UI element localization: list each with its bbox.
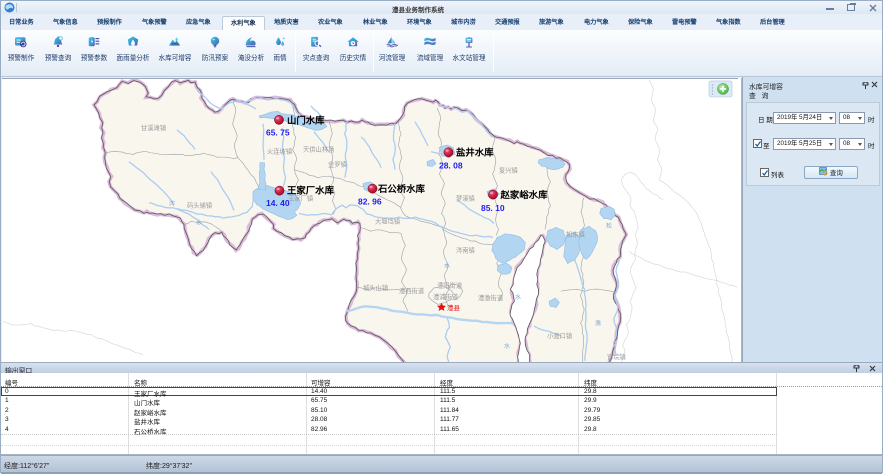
svg-text:澧西街道: 澧西街道: [399, 286, 425, 295]
svg-text:涔南镇: 涔南镇: [456, 245, 475, 254]
svg-text:金罗镇: 金罗镇: [328, 160, 347, 169]
svg-text:28. 08: 28. 08: [439, 161, 463, 171]
svg-text:松: 松: [606, 221, 612, 229]
svg-text:澧浦街道: 澧浦街道: [433, 292, 459, 301]
svg-text:14. 40: 14. 40: [266, 198, 290, 208]
svg-text:盐井水库: 盐井水库: [456, 147, 494, 158]
svg-text:甘溪滩镇: 甘溪滩镇: [141, 123, 166, 132]
svg-text:水: 水: [515, 293, 521, 301]
svg-text:王家厂水库: 王家厂水库: [287, 185, 335, 196]
svg-text:澧县: 澧县: [447, 303, 460, 312]
svg-text:水: 水: [444, 261, 450, 269]
svg-text:官垸镇: 官垸镇: [607, 352, 626, 361]
svg-text:码头铺镇: 码头铺镇: [187, 201, 212, 210]
svg-text:火连坡镇: 火连坡镇: [267, 147, 292, 156]
svg-text:复兴镇: 复兴镇: [499, 166, 518, 175]
svg-text:天供山林场: 天供山林场: [303, 145, 334, 154]
svg-text:水: 水: [196, 219, 202, 227]
svg-text:85. 10: 85. 10: [481, 203, 505, 213]
svg-text:65. 75: 65. 75: [266, 127, 290, 137]
svg-text:如东镇: 如东镇: [566, 229, 585, 238]
svg-text:小渡口镇: 小渡口镇: [547, 331, 572, 340]
svg-text:城头山镇: 城头山镇: [363, 283, 388, 292]
svg-text:大堰垱镇: 大堰垱镇: [375, 217, 400, 226]
svg-text:澹: 澹: [595, 319, 601, 327]
svg-text:山门水库: 山门水库: [287, 114, 325, 125]
svg-text:82. 96: 82. 96: [358, 197, 382, 207]
svg-text:梦溪镇: 梦溪镇: [456, 194, 475, 203]
svg-text:澧阳街道: 澧阳街道: [437, 280, 463, 289]
svg-text:石公桥水库: 石公桥水库: [377, 183, 426, 194]
svg-text:水: 水: [504, 342, 510, 350]
svg-text:赵家峪水库: 赵家峪水库: [499, 189, 548, 200]
svg-text:澧澹街道: 澧澹街道: [478, 293, 504, 302]
svg-text:涔: 涔: [169, 200, 175, 208]
